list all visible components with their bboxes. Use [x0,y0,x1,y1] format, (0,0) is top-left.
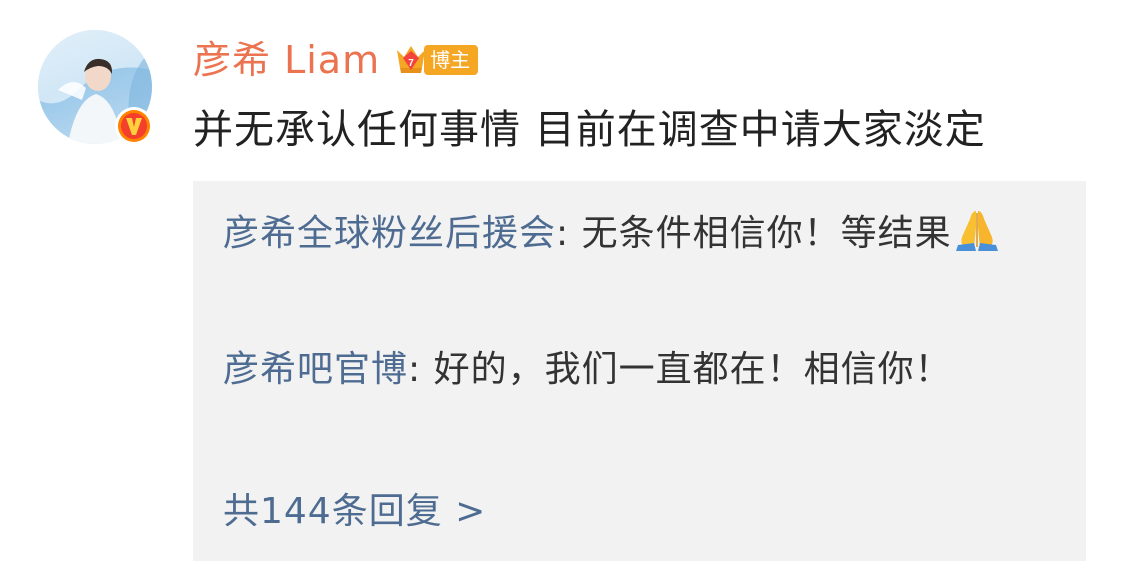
blogger-badge[interactable]: 7 博主 [394,40,479,80]
post-body: 并无承认任何事情 目前在调查中请大家淡定 [193,107,986,153]
comment-item[interactable]: 彦希全球粉丝后援会: 无条件相信你！等结果 [223,203,1023,265]
comment-author[interactable]: 彦希全球粉丝后援会 [223,213,556,254]
author-avatar[interactable] [38,30,153,145]
comment-preview-box[interactable]: 彦希全球粉丝后援会: 无条件相信你！等结果 彦希吧官博: 好的，我们一直都在！相… [193,181,1086,561]
crown-icon: 7 [397,46,426,73]
comment-text: 好的，我们一直都在！相信你！ [433,349,952,390]
folded-hands-icon [955,211,998,251]
author-name[interactable]: 彦希 Liam [193,33,380,87]
verified-v-icon [115,107,153,145]
comment-separator: : [556,213,582,254]
comment-author[interactable]: 彦希吧官博 [223,349,408,390]
author-header: 彦希 Liam 7 博主 [193,33,479,87]
comment-text: 无条件相信你！等结果 [581,213,952,254]
more-replies-link[interactable]: 共144条回复 > [223,481,486,543]
svg-text:7: 7 [408,58,414,69]
blogger-badge-label: 博主 [424,45,479,75]
weibo-post: 彦希 Liam 7 博主 并无承认任何事情 目前在调查中请大家淡定 彦希全球粉丝… [0,0,1125,580]
comment-item[interactable]: 彦希吧官博: 好的，我们一直都在！相信你！ [223,339,983,401]
comment-separator: : [408,349,434,390]
